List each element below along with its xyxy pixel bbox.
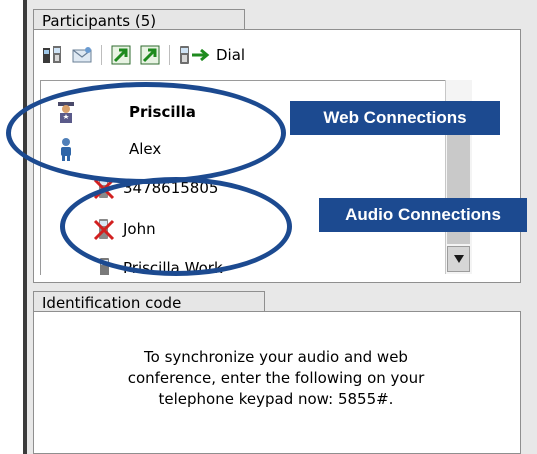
dial-label: Dial [216, 46, 246, 64]
phone-transfer-icon [43, 46, 61, 63]
web-connections-highlight [6, 82, 286, 184]
identification-code-tab-label: Identification code [42, 294, 182, 312]
participants-toolbar: Dial [40, 41, 245, 69]
envelope-icon [72, 47, 92, 63]
triangle-down-icon [453, 255, 464, 263]
web-connections-callout: Web Connections [290, 101, 500, 135]
audio-connections-callout: Audio Connections [319, 198, 527, 232]
phone-dial-icon [180, 46, 210, 64]
toolbar-separator [169, 45, 170, 65]
dial-button[interactable]: Dial [176, 43, 245, 67]
message-line: conference, enter the following on your [127, 369, 425, 387]
toolbar-separator [101, 45, 102, 65]
message-line: telephone keypad now: 5855#. [158, 390, 394, 408]
scroll-down-button[interactable] [447, 246, 470, 272]
audio-connections-highlight [60, 177, 292, 276]
green-arrow-icon [111, 45, 131, 65]
email-button[interactable] [69, 42, 95, 68]
green-arrow-alt-icon [140, 45, 160, 65]
phone-transfer-button[interactable] [40, 42, 66, 68]
move-button[interactable] [108, 42, 134, 68]
identification-message: To synchronize your audio and web confer… [40, 347, 512, 410]
identification-code-tab[interactable]: Identification code [33, 291, 265, 312]
participants-tab-label: Participants (5) [42, 12, 157, 30]
left-margin [0, 0, 23, 454]
message-line: To synchronize your audio and web [144, 348, 408, 366]
move-alt-button[interactable] [137, 42, 163, 68]
participants-tab[interactable]: Participants (5) [33, 9, 245, 30]
